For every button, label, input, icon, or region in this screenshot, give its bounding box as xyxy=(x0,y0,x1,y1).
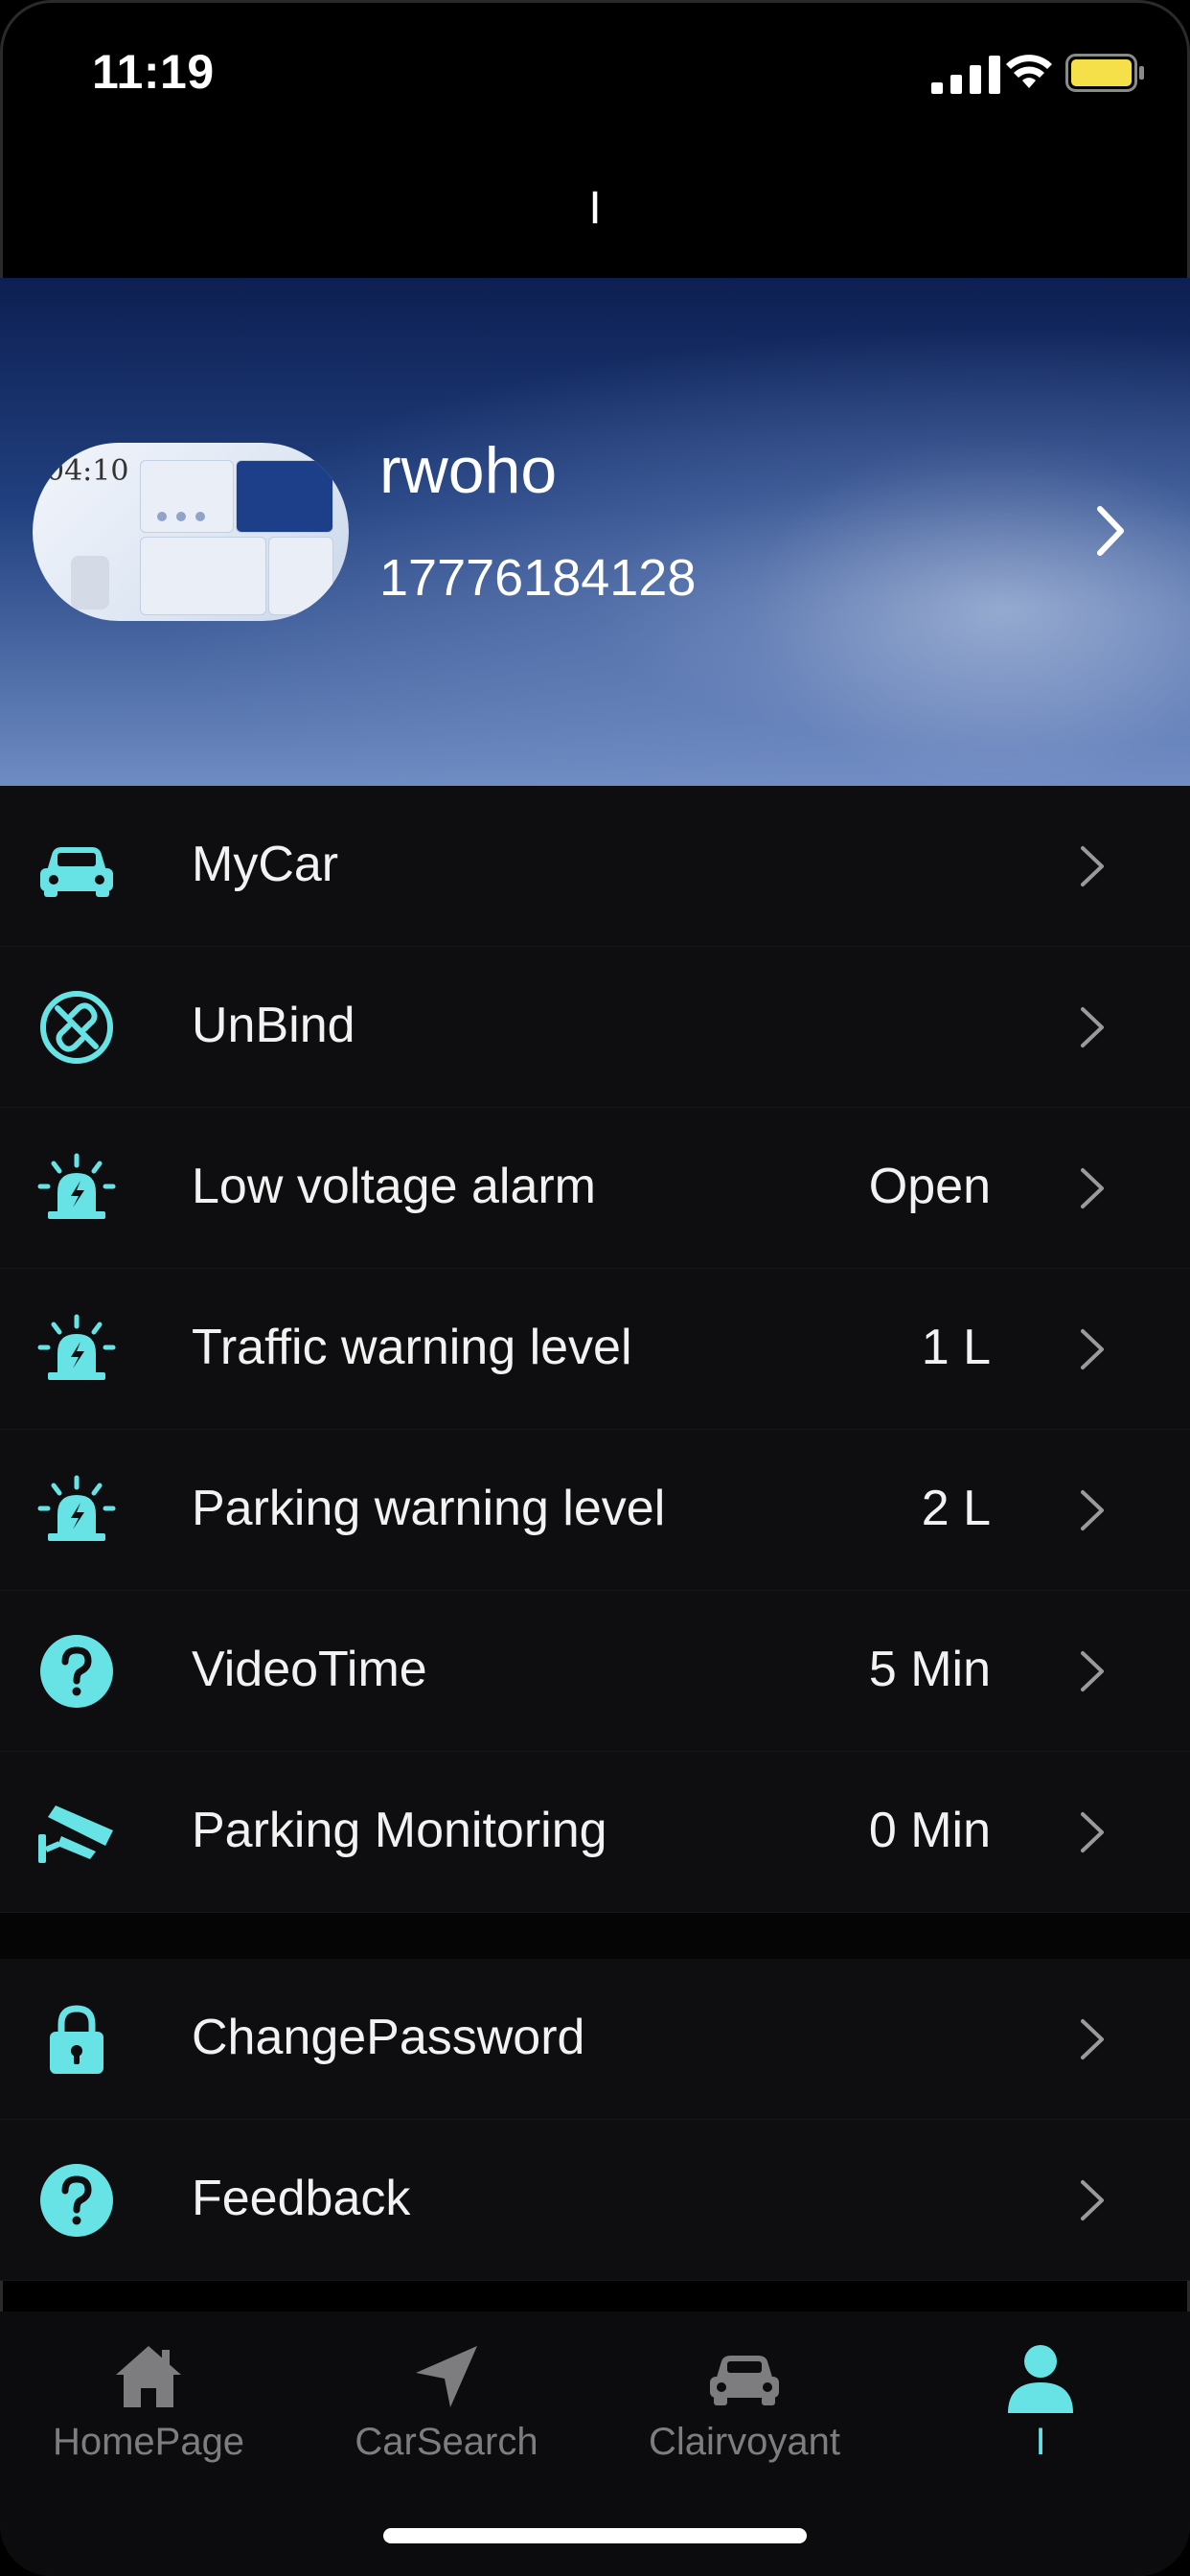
avatar-panel xyxy=(236,460,333,533)
settings-item-parking-monitoring[interactable]: Parking Monitoring 0 Min xyxy=(0,1752,1190,1913)
alarm-siren-icon xyxy=(37,1153,116,1219)
settings-item-videotime[interactable]: VideoTime 5 Min xyxy=(0,1591,1190,1752)
settings-item-label: Parking warning level xyxy=(192,1481,666,1536)
question-circle-icon xyxy=(40,1635,113,1708)
chevron-right-icon xyxy=(1081,1329,1104,1369)
settings-item-label: UnBind xyxy=(192,998,355,1053)
unlink-icon xyxy=(40,991,113,1064)
cellular-signal-icon xyxy=(931,56,1000,94)
tab-label: Clairvoyant xyxy=(648,2421,841,2463)
navigation-arrow-icon xyxy=(416,2346,477,2407)
avatar-panel xyxy=(268,537,333,615)
avatar-dot xyxy=(157,512,167,521)
security-camera-icon xyxy=(38,1806,113,1863)
wifi-icon xyxy=(1006,55,1052,88)
chevron-right-icon xyxy=(1081,1651,1104,1691)
settings-list: MyCar UnBind Low voltage alarm Open Traf… xyxy=(0,786,1190,2281)
chevron-right-icon xyxy=(1081,1490,1104,1530)
settings-item-label: Low voltage alarm xyxy=(192,1159,596,1214)
settings-item-label: Traffic warning level xyxy=(192,1320,632,1375)
lock-icon xyxy=(50,2005,103,2074)
settings-item-traffic-warning-level[interactable]: Traffic warning level 1 L xyxy=(0,1269,1190,1430)
chevron-right-icon xyxy=(1081,1812,1104,1852)
background-decoration xyxy=(747,431,1190,786)
person-icon xyxy=(1008,2345,1073,2413)
car-icon xyxy=(710,2356,779,2405)
chevron-right-icon xyxy=(1081,2019,1104,2059)
profile-header[interactable]: 04:10 rwoho 17776184128 xyxy=(0,278,1190,786)
app-screen: 11:19 I 04:10 rwoho 17776184128 MyCar Un… xyxy=(0,0,1190,2576)
settings-item-value: Open xyxy=(868,1159,991,1214)
page-title: I xyxy=(588,183,602,234)
avatar: 04:10 xyxy=(33,443,349,621)
tab-carsearch[interactable]: CarSearch xyxy=(303,2338,590,2482)
chevron-right-icon xyxy=(1081,2180,1104,2220)
settings-item-unbind[interactable]: UnBind xyxy=(0,947,1190,1108)
car-icon xyxy=(40,847,113,897)
avatar-device-shape xyxy=(71,556,109,610)
chevron-right-icon xyxy=(1081,846,1104,886)
home-icon xyxy=(116,2346,181,2407)
section-divider xyxy=(0,1913,1190,1959)
avatar-clock-text: 04:10 xyxy=(46,454,129,488)
alarm-siren-icon xyxy=(37,1475,116,1541)
settings-item-value: 5 Min xyxy=(868,1642,991,1697)
settings-item-label: MyCar xyxy=(192,837,339,892)
settings-item-value: 0 Min xyxy=(868,1803,991,1858)
avatar-dot xyxy=(176,512,186,521)
tab-label: I xyxy=(1035,2421,1046,2463)
settings-item-value: 2 L xyxy=(921,1481,991,1536)
phone-number: 17776184128 xyxy=(379,549,697,607)
home-indicator[interactable] xyxy=(383,2528,807,2543)
avatar-panel xyxy=(140,537,266,615)
chevron-right-icon xyxy=(1081,1007,1104,1047)
tab-homepage[interactable]: HomePage xyxy=(5,2338,292,2482)
settings-item-label: Feedback xyxy=(192,2171,411,2226)
settings-item-label: ChangePassword xyxy=(192,2010,585,2065)
status-time: 11:19 xyxy=(92,45,215,99)
question-circle-icon xyxy=(40,2164,113,2237)
settings-item-parking-warning-level[interactable]: Parking warning level 2 L xyxy=(0,1430,1190,1591)
settings-item-low-voltage-alarm[interactable]: Low voltage alarm Open xyxy=(0,1108,1190,1269)
avatar-dot xyxy=(195,512,205,521)
settings-item-feedback[interactable]: Feedback xyxy=(0,2120,1190,2281)
settings-item-change-password[interactable]: ChangePassword xyxy=(0,1959,1190,2120)
status-bar: 11:19 xyxy=(0,0,1190,144)
settings-item-mycar[interactable]: MyCar xyxy=(0,786,1190,947)
username: rwoho xyxy=(379,434,558,507)
chevron-right-icon xyxy=(1097,506,1124,556)
tab-i[interactable]: I xyxy=(897,2338,1184,2482)
tab-label: CarSearch xyxy=(355,2421,538,2463)
tab-label: HomePage xyxy=(52,2421,245,2463)
battery-icon xyxy=(1065,54,1144,92)
alarm-siren-icon xyxy=(37,1314,116,1380)
avatar-panel xyxy=(140,460,234,533)
tab-clairvoyant[interactable]: Clairvoyant xyxy=(601,2338,888,2482)
settings-item-value: 1 L xyxy=(921,1320,991,1375)
settings-item-label: VideoTime xyxy=(192,1642,427,1697)
chevron-right-icon xyxy=(1081,1168,1104,1208)
settings-item-label: Parking Monitoring xyxy=(192,1803,607,1858)
